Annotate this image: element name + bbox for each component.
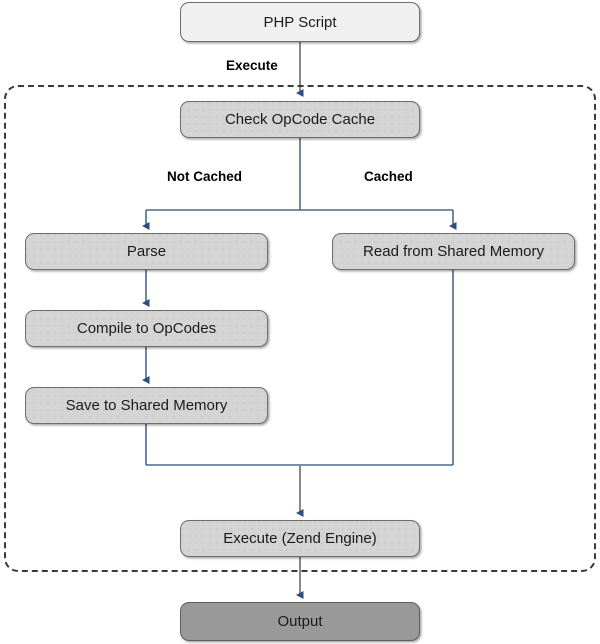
node-read-from-shared-memory-label: Read from Shared Memory: [363, 243, 544, 260]
node-save-to-shared-memory[interactable]: Save to Shared Memory: [25, 387, 268, 424]
node-parse[interactable]: Parse: [25, 233, 268, 270]
node-output[interactable]: Output: [180, 602, 420, 641]
node-php-script[interactable]: PHP Script: [180, 2, 420, 42]
node-compile-to-opcodes-label: Compile to OpCodes: [76, 320, 217, 337]
node-save-to-shared-memory-label: Save to Shared Memory: [65, 397, 228, 414]
node-php-script-label: PHP Script: [263, 13, 337, 31]
node-check-opcode-cache[interactable]: Check OpCode Cache: [180, 101, 420, 138]
edge-label-cached: Cached: [364, 169, 413, 184]
flowchart-diagram: PHP Script Execute Check OpCode Cache No…: [0, 0, 600, 644]
edge-label-not-cached: Not Cached: [167, 169, 243, 184]
node-parse-label: Parse: [126, 243, 167, 260]
node-execute-zend-engine[interactable]: Execute (Zend Engine): [180, 520, 420, 557]
node-check-opcode-cache-label: Check OpCode Cache: [224, 111, 376, 128]
node-execute-zend-engine-label: Execute (Zend Engine): [223, 530, 377, 547]
node-compile-to-opcodes[interactable]: Compile to OpCodes: [25, 310, 268, 347]
edge-label-execute: Execute: [226, 58, 278, 73]
node-output-label: Output: [277, 613, 323, 630]
node-read-from-shared-memory[interactable]: Read from Shared Memory: [332, 233, 575, 270]
